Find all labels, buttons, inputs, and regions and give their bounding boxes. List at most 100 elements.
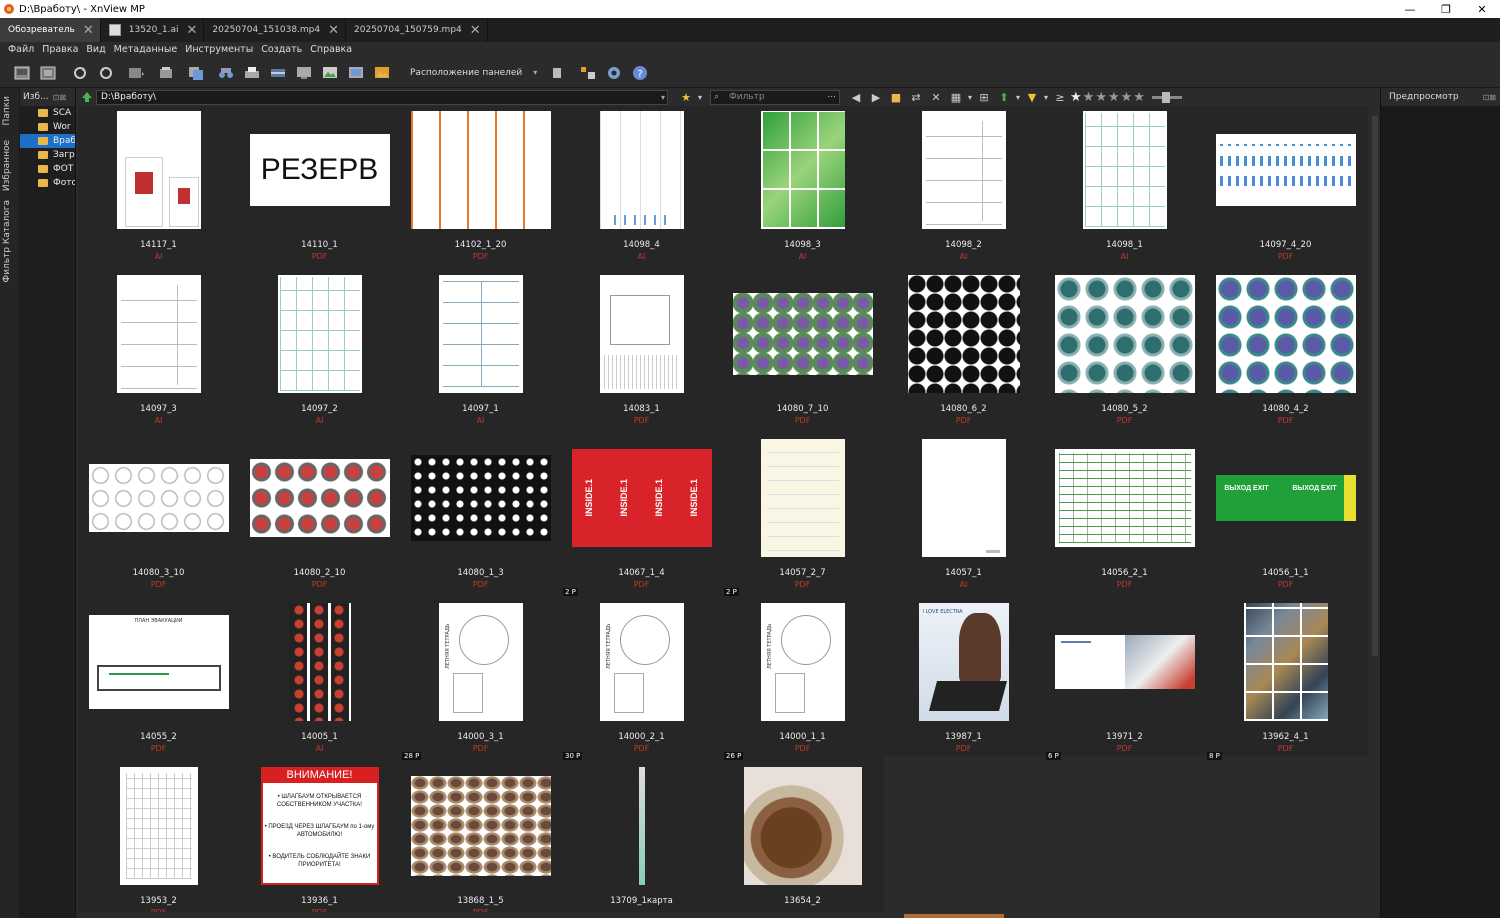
back-icon[interactable]: ◀ bbox=[846, 89, 866, 105]
tab-2[interactable]: 20250704_151038.mp4 ✕ bbox=[204, 18, 347, 42]
browser-icon[interactable] bbox=[10, 61, 34, 85]
file-thumbnail[interactable]: 14080_3_10 PDF bbox=[78, 434, 239, 598]
chevron-down-icon[interactable]: ▾ bbox=[1042, 89, 1050, 105]
file-thumbnail[interactable]: 14080_5_2 PDF bbox=[1044, 270, 1205, 434]
gear-icon[interactable] bbox=[602, 61, 626, 85]
thumbnail-image[interactable]: ЛЕТНЯЯ ТЕТРАДЬ bbox=[438, 603, 523, 721]
filter-options-button[interactable]: ... bbox=[827, 89, 836, 102]
scanner-icon[interactable] bbox=[154, 61, 178, 85]
thumbnail-image[interactable] bbox=[1215, 275, 1356, 393]
menu-item-3[interactable]: Метаданные bbox=[110, 42, 182, 58]
scrollbar-thumb[interactable] bbox=[904, 914, 1004, 918]
slideshow-icon[interactable] bbox=[120, 61, 152, 85]
thumbnail-image[interactable] bbox=[1054, 449, 1195, 547]
folder-item[interactable]: Wor bbox=[20, 120, 75, 134]
thumbnail-image[interactable] bbox=[410, 111, 551, 229]
file-thumbnail[interactable]: 14080_6_2 PDF bbox=[883, 270, 1044, 434]
forward-icon[interactable]: ▶ bbox=[866, 89, 886, 105]
fullscreen-icon[interactable] bbox=[36, 61, 60, 85]
thumbnail-image[interactable]: ВЫХОД EXIT ВЫХОД EXIT bbox=[1215, 475, 1356, 521]
panel-close-icon[interactable]: ⊡⊠ bbox=[53, 93, 66, 102]
menu-item-5[interactable]: Создать bbox=[257, 42, 306, 58]
file-thumbnail[interactable]: 14098_2 AI bbox=[883, 106, 1044, 270]
file-thumbnail[interactable]: 8 P 13962_4_1 PDF bbox=[1205, 598, 1366, 762]
folder-item[interactable]: Враб bbox=[20, 134, 75, 148]
tab-1[interactable]: 13520_1.ai ✕ bbox=[101, 18, 205, 42]
capture-icon[interactable] bbox=[344, 61, 368, 85]
thumbnail-image[interactable]: ПЛАН ЭВАКУАЦИИ bbox=[88, 615, 229, 709]
file-thumbnail[interactable]: 14057_1 AI bbox=[883, 434, 1044, 598]
thumbnail-image[interactable] bbox=[760, 111, 845, 229]
thumbnail-image[interactable] bbox=[277, 275, 362, 393]
close-icon[interactable]: ✕ bbox=[470, 23, 481, 38]
folder-item[interactable]: Фото bbox=[20, 176, 75, 190]
menu-item-1[interactable]: Правка bbox=[38, 42, 82, 58]
side-tab-2[interactable]: Фильтр Каталога bbox=[2, 200, 18, 283]
file-thumbnail[interactable]: INSIDE.1 INSIDE.1 INSIDE.1 INSIDE.1 2 P 14067… bbox=[561, 434, 722, 598]
thumbnail-image[interactable] bbox=[249, 459, 390, 537]
image-icon[interactable] bbox=[370, 61, 394, 85]
chevron-down-icon[interactable]: ▾ bbox=[966, 89, 974, 105]
star-icon[interactable]: ★ bbox=[1121, 90, 1133, 105]
close-window-button[interactable]: ✕ bbox=[1464, 0, 1500, 18]
folder-item[interactable]: Загр bbox=[20, 148, 75, 162]
star-icon[interactable]: ★ bbox=[1108, 90, 1120, 105]
thumbnail-image[interactable] bbox=[638, 767, 645, 885]
file-thumbnail[interactable]: 14097_2 AI bbox=[239, 270, 400, 434]
file-thumbnail[interactable]: 14098_3 AI bbox=[722, 106, 883, 270]
file-thumbnail[interactable]: ЛЕТНЯЯ ТЕТРАДЬ 28 P 14000_3_1 PDF bbox=[400, 598, 561, 762]
vertical-scrollbar[interactable] bbox=[1370, 106, 1380, 918]
star-icon[interactable]: ★ bbox=[1133, 90, 1145, 105]
file-thumbnail[interactable]: 2 P 14057_2_7 PDF bbox=[722, 434, 883, 598]
file-thumbnail[interactable]: 14097_3 AI bbox=[78, 270, 239, 434]
scan-icon[interactable] bbox=[266, 61, 290, 85]
batch-icon[interactable] bbox=[180, 61, 212, 85]
scrollbar-thumb[interactable] bbox=[1372, 116, 1378, 656]
thumbnail-image[interactable] bbox=[88, 464, 229, 532]
file-thumbnail[interactable]: 14080_2_10 PDF bbox=[239, 434, 400, 598]
sort-icon[interactable]: ⬆ bbox=[994, 89, 1014, 105]
path-input[interactable]: D:\Вработу\ ▾ bbox=[96, 89, 668, 105]
thumbnail-image[interactable] bbox=[1215, 134, 1356, 206]
panel-close-icon[interactable]: ⊡⊠ bbox=[1483, 93, 1496, 102]
file-thumbnail[interactable]: ПЛАН ЭВАКУАЦИИ 14055_2 PDF bbox=[78, 598, 239, 762]
menu-item-6[interactable]: Справка bbox=[306, 42, 356, 58]
grid-icon[interactable]: ⊞ bbox=[974, 89, 994, 105]
wallpaper-icon[interactable] bbox=[318, 61, 342, 85]
restore-button[interactable]: ❐ bbox=[1428, 0, 1464, 18]
side-tab-0[interactable]: Папки bbox=[2, 96, 18, 125]
compare-icon[interactable] bbox=[292, 61, 316, 85]
file-thumbnail[interactable]: 6 P 13971_2 PDF bbox=[1044, 598, 1205, 762]
thumbnail-image[interactable]: ЛЕТНЯЯ ТЕТРАДЬ bbox=[599, 603, 684, 721]
thumbnail-image[interactable] bbox=[116, 111, 201, 229]
thumbnail-image[interactable] bbox=[438, 275, 523, 393]
tab-0[interactable]: Обозреватель ✕ bbox=[0, 18, 101, 42]
menu-item-4[interactable]: Инструменты bbox=[181, 42, 257, 58]
chevron-down-icon[interactable]: ▾ bbox=[1014, 89, 1022, 105]
star-icon[interactable]: ★ bbox=[1095, 90, 1107, 105]
thumbnail-image[interactable]: INSIDE.1 INSIDE.1 INSIDE.1 INSIDE.1 bbox=[571, 449, 712, 547]
file-thumbnail[interactable]: 14102_1_20 PDF bbox=[400, 106, 561, 270]
minimize-button[interactable]: — bbox=[1392, 0, 1428, 18]
chevron-down-icon[interactable]: ▾ bbox=[530, 61, 540, 85]
file-thumbnail[interactable]: 14005_1 AI bbox=[239, 598, 400, 762]
tab-3[interactable]: 20250704_150759.mp4 ✕ bbox=[346, 18, 488, 42]
thumbnail-image[interactable]: РЕЗЕРВ bbox=[249, 134, 390, 206]
refresh-icon[interactable] bbox=[68, 61, 92, 85]
horizontal-scrollbar[interactable] bbox=[78, 912, 1368, 918]
thumbnail-image[interactable] bbox=[921, 439, 1006, 557]
thumbnail-image[interactable] bbox=[907, 275, 1020, 393]
thumbnail-image[interactable]: ВНИМАНИЕ! • ШЛАГБАУМ ОТКРЫВАЕТСЯ СОБСТВЕН… bbox=[260, 767, 379, 885]
file-thumbnail[interactable]: 14117_1 AI bbox=[78, 106, 239, 270]
star-icon[interactable]: ★ bbox=[1070, 90, 1082, 105]
chevron-down-icon[interactable]: ▾ bbox=[661, 91, 665, 104]
panels-icon[interactable] bbox=[576, 61, 600, 85]
file-thumbnail[interactable]: ВЫХОД EXIT ВЫХОД EXIT 14056_1_1 PDF bbox=[1205, 434, 1366, 598]
side-tab-1[interactable]: Избранное bbox=[2, 140, 18, 191]
print-icon[interactable] bbox=[240, 61, 264, 85]
favorite-star-icon[interactable]: ★ bbox=[676, 89, 696, 105]
folder-item[interactable]: ФОТ bbox=[20, 162, 75, 176]
go-up-icon[interactable] bbox=[78, 91, 96, 103]
filter-input[interactable]: ⌕ Фильтр... bbox=[710, 89, 840, 105]
thumbnail-image[interactable] bbox=[116, 275, 201, 393]
